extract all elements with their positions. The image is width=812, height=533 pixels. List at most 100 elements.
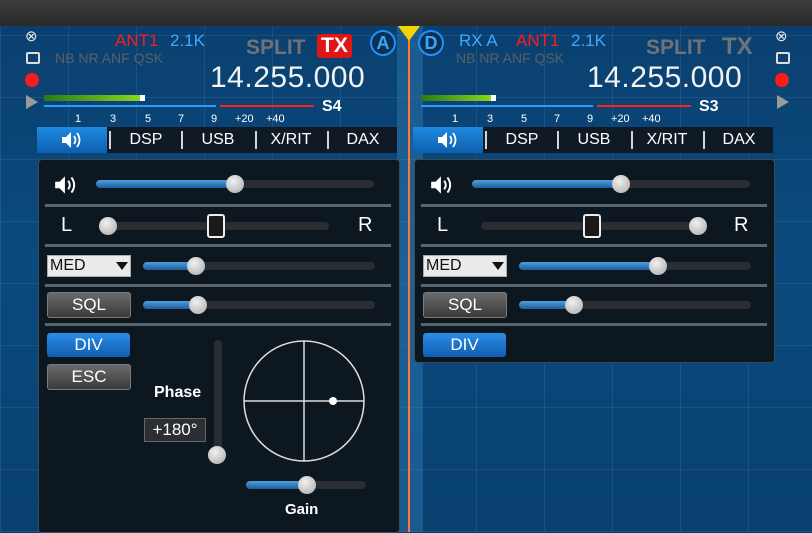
s-tick-label: 5 bbox=[145, 113, 152, 125]
s-meter-bar bbox=[44, 95, 140, 101]
s-meter-bar bbox=[421, 95, 491, 101]
speaker-icon bbox=[438, 132, 457, 148]
pan-left-knob[interactable] bbox=[99, 217, 117, 235]
rx-antenna-label[interactable]: RX A bbox=[459, 31, 498, 51]
pan-left-label: L bbox=[437, 214, 449, 236]
agc-threshold-knob[interactable] bbox=[649, 257, 667, 275]
tab-dsp[interactable]: DSP bbox=[487, 127, 557, 153]
audio-panel-right: L R MED SQL DIV bbox=[414, 159, 775, 363]
diversity-button[interactable]: DIV bbox=[423, 333, 506, 357]
s-tick-label: +40 bbox=[642, 113, 661, 125]
s-scale-over-line bbox=[220, 105, 314, 107]
vfo-letter-d[interactable]: D bbox=[418, 30, 444, 56]
squelch-button[interactable]: SQL bbox=[47, 292, 131, 318]
s-tick-label: 7 bbox=[554, 113, 561, 125]
s-tick-label: 3 bbox=[487, 113, 494, 125]
divider bbox=[45, 284, 391, 287]
tx-badge[interactable]: TX bbox=[317, 34, 352, 58]
tab-dax[interactable]: DAX bbox=[705, 127, 773, 153]
tab-xrit[interactable]: X/RIT bbox=[257, 127, 325, 153]
divider bbox=[421, 204, 767, 207]
pan-right-label: R bbox=[358, 214, 373, 236]
gain-knob[interactable] bbox=[298, 476, 316, 494]
frequency-display[interactable]: 14.255.000 bbox=[587, 61, 742, 95]
esc-polar-plot[interactable] bbox=[241, 338, 367, 464]
agc-threshold-fill bbox=[519, 262, 659, 270]
tx-center-line bbox=[408, 28, 410, 532]
antenna-label[interactable]: ANT1 bbox=[516, 31, 559, 51]
volume-slider-fill bbox=[472, 180, 622, 188]
esc-point[interactable] bbox=[329, 397, 337, 405]
divider bbox=[45, 204, 391, 207]
tab-mode[interactable]: USB bbox=[183, 127, 253, 153]
phase-slider[interactable] bbox=[214, 340, 222, 460]
close-icon[interactable]: ⊗ bbox=[775, 29, 788, 44]
dsp-flags: NB NR ANF QSK bbox=[456, 50, 565, 66]
volume-slider[interactable] bbox=[472, 180, 750, 188]
tab-dsp[interactable]: DSP bbox=[111, 127, 181, 153]
tx-label[interactable]: TX bbox=[722, 33, 753, 61]
agc-threshold-slider[interactable] bbox=[143, 262, 375, 270]
frequency-display[interactable]: 14.255.000 bbox=[210, 61, 365, 95]
speaker-icon bbox=[55, 176, 76, 194]
divider bbox=[421, 244, 767, 247]
s-tick-label: +40 bbox=[266, 113, 285, 125]
s-tick-label: 9 bbox=[211, 113, 218, 125]
filter-width[interactable]: 2.1K bbox=[170, 31, 205, 51]
volume-knob[interactable] bbox=[226, 175, 244, 193]
s-tick-label: 5 bbox=[521, 113, 528, 125]
pan-right-label: R bbox=[734, 214, 749, 236]
squelch-slider[interactable] bbox=[519, 301, 751, 309]
pan-right-knob[interactable] bbox=[689, 217, 707, 235]
tab-xrit[interactable]: X/RIT bbox=[633, 127, 701, 153]
expand-icon[interactable] bbox=[777, 95, 789, 109]
s-tick-label: 7 bbox=[178, 113, 185, 125]
s-tick-label: 1 bbox=[452, 113, 459, 125]
diversity-button[interactable]: DIV bbox=[47, 333, 130, 357]
tx-enable-dot[interactable] bbox=[775, 73, 789, 87]
squelch-slider[interactable] bbox=[143, 301, 375, 309]
s-tick-label: 3 bbox=[110, 113, 117, 125]
s-tick-label: +20 bbox=[611, 113, 630, 125]
tab-audio[interactable] bbox=[37, 127, 107, 153]
slice-marker-icon[interactable] bbox=[398, 26, 420, 41]
divider bbox=[421, 323, 767, 326]
slice-tabs-left: DSP USB X/RIT DAX bbox=[37, 127, 397, 153]
vfo-letter-a[interactable]: A bbox=[370, 30, 396, 56]
gain-fill bbox=[246, 481, 306, 489]
lock-icon[interactable] bbox=[776, 52, 790, 64]
slice-tabs-right: DSP USB X/RIT DAX bbox=[413, 127, 773, 153]
phase-knob[interactable] bbox=[208, 446, 226, 464]
lock-icon[interactable] bbox=[26, 52, 40, 64]
s-meter-peak bbox=[140, 95, 145, 101]
squelch-knob[interactable] bbox=[565, 296, 583, 314]
top-toolbar-strip bbox=[0, 0, 812, 26]
s-reading: S3 bbox=[699, 98, 719, 115]
pan-center-marker[interactable] bbox=[207, 214, 225, 238]
expand-icon[interactable] bbox=[26, 95, 38, 109]
phase-value[interactable]: +180° bbox=[144, 418, 206, 442]
tab-audio[interactable] bbox=[413, 127, 483, 153]
agc-mode-select[interactable]: MED bbox=[47, 255, 131, 277]
split-label[interactable]: SPLIT bbox=[646, 36, 706, 60]
divider bbox=[421, 284, 767, 287]
agc-threshold-knob[interactable] bbox=[187, 257, 205, 275]
volume-knob[interactable] bbox=[612, 175, 630, 193]
filter-width[interactable]: 2.1K bbox=[571, 31, 606, 51]
close-icon[interactable]: ⊗ bbox=[25, 29, 38, 44]
squelch-knob[interactable] bbox=[189, 296, 207, 314]
antenna-label[interactable]: ANT1 bbox=[115, 31, 158, 51]
agc-mode-select[interactable]: MED bbox=[423, 255, 507, 277]
s-scale-line bbox=[44, 105, 216, 107]
split-label[interactable]: SPLIT bbox=[246, 36, 306, 60]
tab-mode[interactable]: USB bbox=[559, 127, 629, 153]
agc-threshold-slider[interactable] bbox=[519, 262, 751, 270]
squelch-button[interactable]: SQL bbox=[423, 292, 507, 318]
pan-center-marker[interactable] bbox=[583, 214, 601, 238]
s-tick-label: 1 bbox=[75, 113, 82, 125]
tab-dax[interactable]: DAX bbox=[329, 127, 397, 153]
chevron-down-icon bbox=[116, 262, 128, 270]
tx-enable-dot[interactable] bbox=[25, 73, 39, 87]
speaker-icon bbox=[431, 176, 452, 194]
esc-button[interactable]: ESC bbox=[47, 364, 131, 390]
